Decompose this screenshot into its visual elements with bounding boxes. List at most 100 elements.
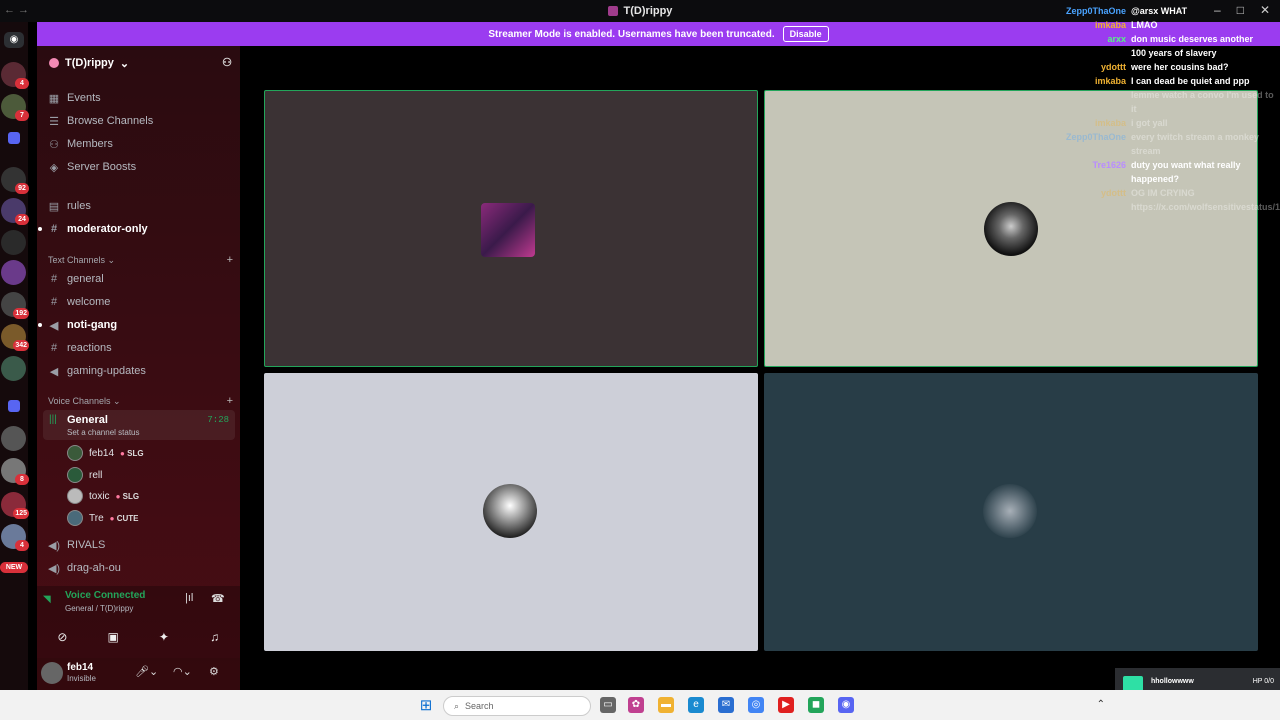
disconnect-icon[interactable]: ☎: [211, 592, 225, 605]
video-tile[interactable]: [264, 373, 758, 651]
server-icon[interactable]: 342: [1, 324, 29, 351]
channel-moderator-only[interactable]: # moderator-only: [38, 219, 235, 239]
channel-general[interactable]: # general: [47, 269, 235, 289]
video-tile[interactable]: [264, 90, 758, 367]
chat-username[interactable]: [1062, 88, 1126, 116]
voice-connected-label[interactable]: Voice Connected: [65, 590, 145, 601]
invite-icon[interactable]: ⚇: [222, 56, 232, 69]
server-icon[interactable]: 4: [1, 524, 29, 551]
nav-events[interactable]: ▦ Events: [47, 88, 235, 108]
chat-username[interactable]: arxx: [1062, 32, 1126, 46]
chat-text: every twitch stream a monkey stream: [1131, 132, 1260, 156]
chrome-icon[interactable]: ◎: [748, 697, 764, 713]
voice-channel-general[interactable]: ||| General 7:28 Set a channel status: [43, 410, 235, 440]
channel-reactions[interactable]: # reactions: [47, 338, 235, 358]
chat-username[interactable]: [1062, 46, 1126, 60]
voice-connection-panel: ◥ Voice Connected General / T(D)rippy |ı…: [37, 586, 240, 658]
chat-username[interactable]: imkaba: [1062, 116, 1126, 130]
copilot-icon[interactable]: ✿: [628, 697, 644, 713]
taskbar-search[interactable]: ⌕ Search: [443, 696, 591, 716]
chat-text: 100 years of slavery: [1131, 48, 1217, 58]
youtube-icon[interactable]: ▶: [778, 697, 794, 713]
nav-browse-channels[interactable]: ☰ Browse Channels: [47, 111, 235, 131]
chat-username[interactable]: imkaba: [1062, 18, 1126, 32]
folder-icon[interactable]: [8, 132, 20, 144]
server-icon[interactable]: 92: [1, 167, 29, 194]
chat-message: imkaba i got yall: [1062, 116, 1274, 130]
server-icon[interactable]: [1, 260, 26, 285]
voice-user[interactable]: feb14 ● SLG: [67, 444, 144, 462]
headphones-icon[interactable]: ◠⌄: [173, 665, 192, 678]
voice-user[interactable]: toxic ● SLG: [67, 487, 139, 505]
nav-members[interactable]: ⚇ Members: [47, 134, 235, 154]
category-voice-channels[interactable]: Voice Channels ⌄ +: [48, 394, 236, 408]
channel-label: welcome: [67, 296, 111, 308]
microphone-icon[interactable]: 🎤︎⌄: [135, 665, 158, 678]
new-pill[interactable]: NEW: [0, 562, 28, 573]
video-tile[interactable]: [764, 373, 1258, 651]
server-icon[interactable]: [1, 230, 26, 255]
windows-start-icon[interactable]: ⊞: [418, 698, 434, 714]
chat-username[interactable]: Tre1626: [1062, 158, 1126, 186]
chat-username[interactable]: imkaba: [1062, 74, 1126, 88]
task-view-icon[interactable]: ▭: [600, 697, 616, 713]
nav-label: Members: [67, 138, 113, 150]
channel-noti-gang[interactable]: ◀ noti-gang: [38, 315, 235, 335]
voice-channel-drag[interactable]: ◀) drag-ah-ou: [47, 558, 235, 578]
avatar[interactable]: [41, 662, 63, 684]
discord-home-icon[interactable]: ◉: [4, 32, 24, 48]
voice-channel-rivals[interactable]: ◀) RIVALS: [47, 535, 235, 555]
app-icon[interactable]: ◼: [808, 697, 824, 713]
folder-icon[interactable]: [8, 400, 20, 412]
voice-user[interactable]: rell: [67, 466, 102, 484]
mention-badge: 125: [13, 508, 29, 519]
screen-share-icon[interactable]: ▣: [93, 626, 133, 648]
chat-username[interactable]: Zepp0ThaOne: [1062, 4, 1126, 18]
discord-icon[interactable]: ◉: [838, 697, 854, 713]
server-icon[interactable]: 8: [1, 458, 29, 485]
soundboard-icon[interactable]: ♫: [195, 626, 235, 648]
add-channel-icon[interactable]: +: [227, 395, 233, 407]
activities-icon[interactable]: ✦: [144, 626, 184, 648]
category-text-channels[interactable]: Text Channels ⌄ +: [48, 253, 236, 267]
mail-icon[interactable]: ✉: [718, 697, 734, 713]
mention-badge: 24: [15, 214, 29, 225]
disable-button[interactable]: Disable: [782, 26, 829, 42]
file-explorer-icon[interactable]: ▬: [658, 697, 674, 713]
voice-user[interactable]: Tre ● CUTE: [67, 509, 139, 527]
user-tag: ● SLG: [115, 491, 140, 501]
chat-username[interactable]: ydottt: [1062, 60, 1126, 74]
server-icon[interactable]: 192: [1, 292, 29, 319]
user-status: Invisible: [67, 674, 96, 683]
calendar-icon: ▦: [48, 92, 60, 105]
add-channel-icon[interactable]: +: [227, 254, 233, 266]
settings-gear-icon[interactable]: ⚙: [209, 665, 219, 678]
category-label: Text Channels: [48, 254, 106, 265]
chat-text: OG IM CRYING https://x.com/wolfsensitive…: [1131, 188, 1280, 212]
camera-off-icon[interactable]: ⊘: [42, 626, 82, 648]
chat-username[interactable]: ydottt: [1062, 186, 1126, 214]
voice-location[interactable]: General / T(D)rippy: [65, 604, 133, 613]
channel-status-link[interactable]: Set a channel status: [67, 428, 140, 437]
server-icon[interactable]: 24: [1, 198, 29, 225]
channel-gaming-updates[interactable]: ◀ gaming-updates: [47, 361, 235, 381]
chevron-up-icon[interactable]: ⌃: [1097, 699, 1105, 710]
server-icon[interactable]: 7: [1, 94, 29, 121]
channel-rules[interactable]: ▤ rules: [47, 196, 235, 216]
voice-user-name: rell: [89, 469, 103, 481]
chat-username[interactable]: Zepp0ThaOne: [1062, 130, 1126, 158]
voice-activity-icon: |||: [49, 414, 57, 425]
mention-badge: 8: [15, 474, 29, 485]
chat-message: 100 years of slavery: [1062, 46, 1274, 60]
chat-message: lemme watch a convo i'm used to it: [1062, 88, 1274, 116]
channel-welcome[interactable]: # welcome: [47, 292, 235, 312]
nav-server-boosts[interactable]: ◈ Server Boosts: [47, 157, 235, 177]
server-header[interactable]: T(D)rippy ⌄ ⚇: [37, 46, 240, 80]
server-icon[interactable]: [1, 356, 26, 381]
server-icon[interactable]: 4: [1, 62, 29, 89]
server-icon[interactable]: 125: [1, 492, 29, 519]
server-icon[interactable]: [1, 426, 26, 451]
noise-suppression-icon[interactable]: |ıl: [185, 592, 193, 604]
nav-arrows[interactable]: ← →: [4, 4, 29, 16]
edge-icon[interactable]: e: [688, 697, 704, 713]
